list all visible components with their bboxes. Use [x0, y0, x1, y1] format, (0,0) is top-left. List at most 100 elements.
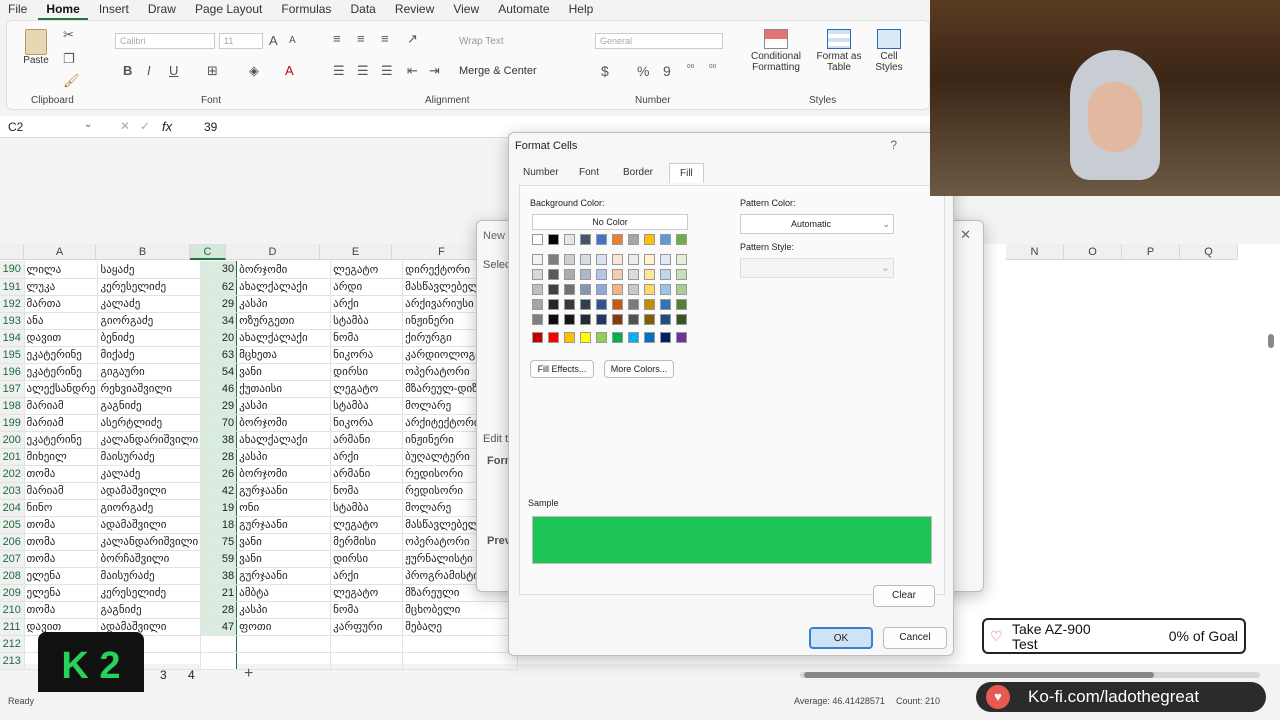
bold-button[interactable]: B [123, 63, 132, 78]
select-all-corner[interactable] [0, 244, 24, 260]
color-swatch[interactable] [532, 284, 543, 295]
cell-d[interactable]: ახალქალაქი [236, 278, 332, 296]
color-swatch[interactable] [676, 284, 687, 295]
more-colors-button[interactable]: More Colors... [604, 360, 674, 378]
cell-c[interactable]: 75 [200, 533, 238, 551]
row-number[interactable]: 198 [0, 397, 25, 415]
color-swatch[interactable] [564, 269, 575, 280]
color-swatch[interactable] [564, 234, 575, 245]
cell-b[interactable]: ასერტლიძე [97, 414, 202, 432]
cell-d[interactable]: კასპი [236, 601, 332, 619]
cell-b[interactable]: კალანდარიშვილი [97, 431, 202, 449]
row-number[interactable]: 212 [0, 635, 25, 653]
cell-c[interactable] [200, 635, 238, 653]
close-icon[interactable]: ✕ [960, 227, 971, 243]
menu-automate[interactable]: Automate [490, 0, 557, 18]
cell-b[interactable]: გაგნიძე [97, 397, 202, 415]
font-name-box[interactable]: Calibri [115, 33, 215, 49]
cell-d[interactable]: ვანი [236, 533, 332, 551]
color-swatch[interactable] [548, 299, 559, 310]
cell-b[interactable]: კერესელიძე [97, 278, 202, 296]
fill-effects-button[interactable]: Fill Effects... [530, 360, 594, 378]
cell-a[interactable]: თომა [24, 550, 99, 568]
cell-d[interactable] [236, 635, 332, 653]
column-header-n[interactable]: N [1006, 244, 1064, 260]
row-number[interactable]: 213 [0, 652, 25, 670]
cell-c[interactable]: 29 [200, 295, 238, 313]
color-swatch[interactable] [676, 314, 687, 325]
cell-b[interactable]: კერესელიძე [97, 584, 202, 602]
decrease-font-icon[interactable]: A [289, 35, 296, 46]
cell-c[interactable]: 19 [200, 499, 238, 517]
cell-b[interactable]: გიორგაძე [97, 312, 202, 330]
row-number[interactable]: 202 [0, 465, 25, 483]
row-number[interactable]: 207 [0, 550, 25, 568]
row-number[interactable]: 192 [0, 295, 25, 313]
cell-b[interactable]: ბენიძე [97, 329, 202, 347]
no-color-button[interactable]: No Color [532, 214, 688, 230]
color-swatch[interactable] [612, 269, 623, 280]
row-number[interactable]: 199 [0, 414, 25, 432]
indent-icon[interactable]: ⇤ [407, 63, 418, 79]
color-swatch[interactable] [580, 254, 591, 265]
cell-e[interactable]: ნომა [330, 601, 404, 619]
color-swatch[interactable] [580, 299, 591, 310]
row-number[interactable]: 208 [0, 567, 25, 585]
color-swatch[interactable] [580, 284, 591, 295]
fill-color-icon[interactable]: ◈ [249, 63, 259, 79]
menu-insert[interactable]: Insert [91, 0, 137, 18]
cell-e[interactable] [330, 652, 404, 670]
cell-c[interactable]: 42 [200, 482, 238, 500]
comma-button[interactable]: 9 [663, 63, 671, 79]
menu-data[interactable]: Data [343, 0, 384, 18]
number-format-box[interactable]: General [595, 33, 723, 49]
menu-help[interactable]: Help [561, 0, 602, 18]
color-swatch[interactable] [660, 284, 671, 295]
add-sheet-icon[interactable]: + [244, 665, 253, 683]
color-swatch[interactable] [596, 299, 607, 310]
tab-fill[interactable]: Fill [669, 163, 704, 183]
cell-c[interactable]: 34 [200, 312, 238, 330]
color-swatch[interactable] [628, 254, 639, 265]
color-swatch[interactable] [644, 299, 655, 310]
cell-c[interactable]: 62 [200, 278, 238, 296]
column-header-a[interactable]: A [24, 244, 96, 260]
row-number[interactable]: 201 [0, 448, 25, 466]
color-swatch[interactable] [532, 314, 543, 325]
cell-b[interactable]: საყაძე [97, 261, 202, 279]
cell-d[interactable]: გურჯაანი [236, 567, 332, 585]
chevron-down-icon[interactable]: ⌄ [84, 119, 92, 130]
row-number[interactable]: 205 [0, 516, 25, 534]
cell-f[interactable]: მცხობელი [402, 601, 518, 619]
cell-e[interactable]: არდი [330, 278, 404, 296]
cell-b[interactable]: კალანდარიშვილი [97, 533, 202, 551]
row-number[interactable]: 211 [0, 618, 25, 636]
sheet-tab-4[interactable]: 4 [188, 668, 195, 682]
cell-a[interactable]: მარიამ [24, 482, 99, 500]
color-swatch[interactable] [596, 234, 607, 245]
column-header-o[interactable]: O [1064, 244, 1122, 260]
cell-e[interactable]: სტამბა [330, 312, 404, 330]
cell-e[interactable]: არმანი [330, 431, 404, 449]
color-swatch[interactable] [580, 234, 591, 245]
ok-button[interactable]: OK [809, 627, 873, 649]
conditional-formatting-button[interactable]: Conditional Formatting [741, 29, 811, 73]
cell-c[interactable]: 18 [200, 516, 238, 534]
cell-a[interactable]: თომა [24, 465, 99, 483]
cell-e[interactable]: არმანი [330, 465, 404, 483]
currency-button[interactable]: $ [601, 63, 609, 79]
tab-font[interactable]: Font [579, 167, 599, 178]
color-swatch[interactable] [596, 284, 607, 295]
merge-center-button[interactable]: Merge & Center [459, 65, 537, 77]
cell-a[interactable]: ლილა [24, 261, 99, 279]
color-swatch[interactable] [532, 299, 543, 310]
color-swatch[interactable] [564, 332, 575, 343]
cell-c[interactable]: 38 [200, 567, 238, 585]
font-color-icon[interactable]: A [285, 63, 294, 78]
color-swatch[interactable] [676, 254, 687, 265]
cell-e[interactable] [330, 635, 404, 653]
color-swatch[interactable] [596, 254, 607, 265]
color-swatch[interactable] [532, 234, 543, 245]
cell-a[interactable]: ნინო [24, 499, 99, 517]
color-swatch[interactable] [612, 314, 623, 325]
